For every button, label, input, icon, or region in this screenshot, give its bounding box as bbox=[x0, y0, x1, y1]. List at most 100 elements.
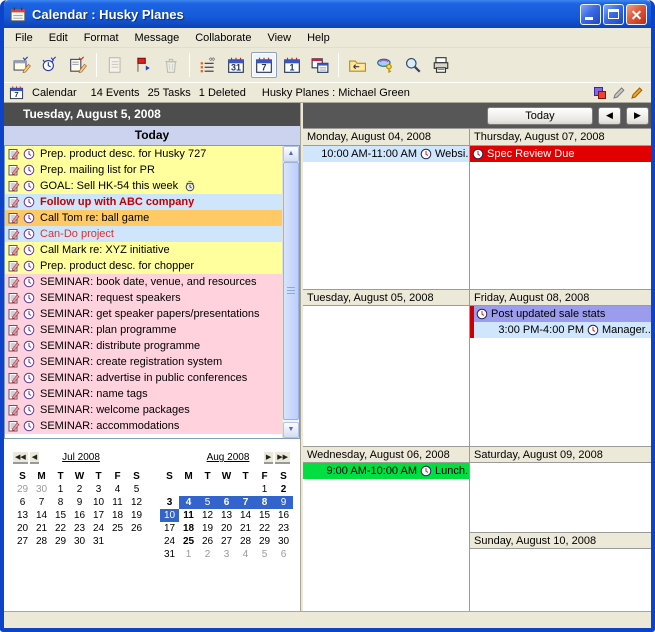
mini-calendar-day[interactable]: 2 bbox=[198, 548, 217, 561]
task-row[interactable]: SEMINAR: name tags bbox=[5, 386, 282, 402]
mini-calendar-day[interactable]: 25 bbox=[179, 535, 198, 548]
task-row[interactable]: SEMINAR: accommodations bbox=[5, 418, 282, 434]
mini-calendar-day[interactable]: 11 bbox=[179, 509, 198, 522]
scroll-up-icon[interactable]: ▲ bbox=[283, 146, 299, 162]
next-year-icon[interactable]: ▶▶ bbox=[275, 452, 290, 464]
mini-calendar-day[interactable]: 7 bbox=[236, 496, 255, 509]
mini-calendar-day[interactable]: 16 bbox=[274, 509, 293, 522]
day-cell[interactable] bbox=[470, 549, 654, 611]
mini-calendar-day[interactable]: 6 bbox=[274, 548, 293, 561]
minimize-button[interactable] bbox=[580, 4, 601, 25]
mini-calendar-day[interactable]: 1 bbox=[255, 483, 274, 496]
mini-calendar-day[interactable]: 5 bbox=[255, 548, 274, 561]
task-row[interactable]: SEMINAR: get speaker papers/presentation… bbox=[5, 306, 282, 322]
scroll-down-icon[interactable]: ▼ bbox=[283, 422, 299, 438]
today-button[interactable]: Today bbox=[487, 107, 593, 125]
mini-calendar-day[interactable]: 3 bbox=[89, 483, 108, 496]
task-row[interactable]: GOAL: Sell HK-54 this week bbox=[5, 178, 282, 194]
mini-calendar-day[interactable]: 14 bbox=[32, 509, 51, 522]
mini-calendar-day[interactable]: 17 bbox=[160, 522, 179, 535]
mini-calendar-day[interactable]: 4 bbox=[179, 496, 198, 509]
mini-calendar-day[interactable]: 21 bbox=[236, 522, 255, 535]
close-button[interactable] bbox=[626, 4, 647, 25]
multi-week-view-icon[interactable] bbox=[307, 52, 333, 78]
mini-calendar-day[interactable]: 10 bbox=[89, 496, 108, 509]
day-cell[interactable]: Post updated sale stats3:00 PM-4:00 PMMa… bbox=[470, 306, 654, 446]
new-alarm-icon[interactable] bbox=[37, 52, 63, 78]
calendar-entry[interactable]: 9:00 AM-10:00 AMLunch... bbox=[303, 463, 469, 479]
mini-calendar-day[interactable]: 8 bbox=[255, 496, 274, 509]
previous-week-button[interactable]: ◀ bbox=[598, 107, 621, 125]
pencil-orange-icon[interactable] bbox=[630, 86, 643, 99]
mini-calendar-day[interactable]: 20 bbox=[13, 522, 32, 535]
mini-calendar-day[interactable]: 27 bbox=[13, 535, 32, 548]
maximize-button[interactable] bbox=[603, 4, 624, 25]
task-row[interactable]: Prep. product desc. for chopper bbox=[5, 258, 282, 274]
mini-calendar-day[interactable]: 23 bbox=[70, 522, 89, 535]
mini-calendar-day[interactable]: 1 bbox=[179, 548, 198, 561]
mini-calendar-day[interactable]: 2 bbox=[274, 483, 293, 496]
mini-calendar-day[interactable]: 5 bbox=[198, 496, 217, 509]
mini-calendar-day[interactable]: 30 bbox=[32, 483, 51, 496]
mini-calendar-day[interactable]: 31 bbox=[160, 548, 179, 561]
day-view-icon[interactable]: 1 bbox=[279, 52, 305, 78]
task-row[interactable]: SEMINAR: book date, venue, and resources bbox=[5, 274, 282, 290]
mini-calendar-day[interactable]: 3 bbox=[217, 548, 236, 561]
prev-year-icon[interactable]: ◀◀ bbox=[13, 452, 28, 464]
agenda-view-icon[interactable]: ∞ bbox=[195, 52, 221, 78]
mini-calendar-day[interactable]: 13 bbox=[217, 509, 236, 522]
mini-calendar-day[interactable]: 24 bbox=[89, 522, 108, 535]
mini-calendar-day[interactable]: 29 bbox=[51, 535, 70, 548]
mini-calendar-day[interactable]: 2 bbox=[70, 483, 89, 496]
mini-calendar-day[interactable]: 30 bbox=[70, 535, 89, 548]
mini-calendar-day[interactable]: 4 bbox=[108, 483, 127, 496]
mini-calendar-day[interactable]: 16 bbox=[70, 509, 89, 522]
next-month-icon[interactable]: ▶ bbox=[264, 452, 273, 464]
mini-calendar-day[interactable]: 29 bbox=[13, 483, 32, 496]
month-label[interactable]: Aug 2008 bbox=[207, 452, 250, 463]
mini-calendar-day[interactable]: 27 bbox=[217, 535, 236, 548]
mini-calendar-day[interactable]: 21 bbox=[32, 522, 51, 535]
task-row[interactable]: Prep. product desc. for Husky 727 bbox=[5, 146, 282, 162]
mini-calendar-day[interactable]: 31 bbox=[89, 535, 108, 548]
mini-calendar-day[interactable]: 20 bbox=[217, 522, 236, 535]
new-event-icon[interactable] bbox=[9, 52, 35, 78]
calendar-entry[interactable]: Post updated sale stats bbox=[470, 306, 654, 322]
mini-calendar-day[interactable]: 26 bbox=[198, 535, 217, 548]
task-row[interactable]: Call Tom re: ball game bbox=[5, 210, 282, 226]
stack-icon[interactable] bbox=[593, 86, 607, 100]
mini-calendar-day[interactable]: 25 bbox=[108, 522, 127, 535]
menu-message[interactable]: Message bbox=[127, 30, 188, 46]
mini-calendar-day[interactable]: 3 bbox=[160, 496, 179, 509]
pencil-gray-icon[interactable] bbox=[612, 86, 625, 99]
task-row[interactable]: SEMINAR: request speakers bbox=[5, 290, 282, 306]
mini-calendar-day[interactable]: 13 bbox=[13, 509, 32, 522]
mini-calendar-day[interactable]: 28 bbox=[236, 535, 255, 548]
mini-calendar-day[interactable]: 19 bbox=[198, 522, 217, 535]
mini-calendar-day[interactable]: 26 bbox=[127, 522, 146, 535]
new-task-icon[interactable] bbox=[65, 52, 91, 78]
week-view-icon[interactable]: 7 bbox=[251, 52, 277, 78]
scrollbar-thumb[interactable] bbox=[283, 162, 299, 420]
mini-calendar-day[interactable]: 29 bbox=[255, 535, 274, 548]
calendar-entry[interactable]: Spec Review Due bbox=[470, 146, 654, 162]
mini-calendar-day[interactable]: 15 bbox=[255, 509, 274, 522]
mini-calendar-day[interactable]: 12 bbox=[127, 496, 146, 509]
menu-collaborate[interactable]: Collaborate bbox=[187, 30, 259, 46]
task-list-scrollbar[interactable]: ▲ ▼ bbox=[282, 146, 299, 438]
day-cell[interactable]: 10:00 AM-11:00 AMWebsi... bbox=[303, 146, 469, 289]
mini-calendar-day[interactable]: 18 bbox=[179, 522, 198, 535]
task-row[interactable]: SEMINAR: distribute programme bbox=[5, 338, 282, 354]
task-row[interactable]: Follow up with ABC company bbox=[5, 194, 282, 210]
task-row[interactable]: Can-Do project bbox=[5, 226, 282, 242]
mini-calendar-day[interactable]: 15 bbox=[51, 509, 70, 522]
menu-edit[interactable]: Edit bbox=[41, 30, 76, 46]
mini-calendar-day[interactable]: 14 bbox=[236, 509, 255, 522]
mini-calendar-day[interactable]: 7 bbox=[32, 496, 51, 509]
print-icon[interactable] bbox=[428, 52, 454, 78]
day-cell[interactable] bbox=[303, 306, 469, 446]
task-row[interactable]: SEMINAR: advertise in public conferences bbox=[5, 370, 282, 386]
month-view-icon[interactable]: 31 bbox=[223, 52, 249, 78]
mini-calendar-day[interactable]: 4 bbox=[236, 548, 255, 561]
task-row[interactable]: SEMINAR: plan programme bbox=[5, 322, 282, 338]
